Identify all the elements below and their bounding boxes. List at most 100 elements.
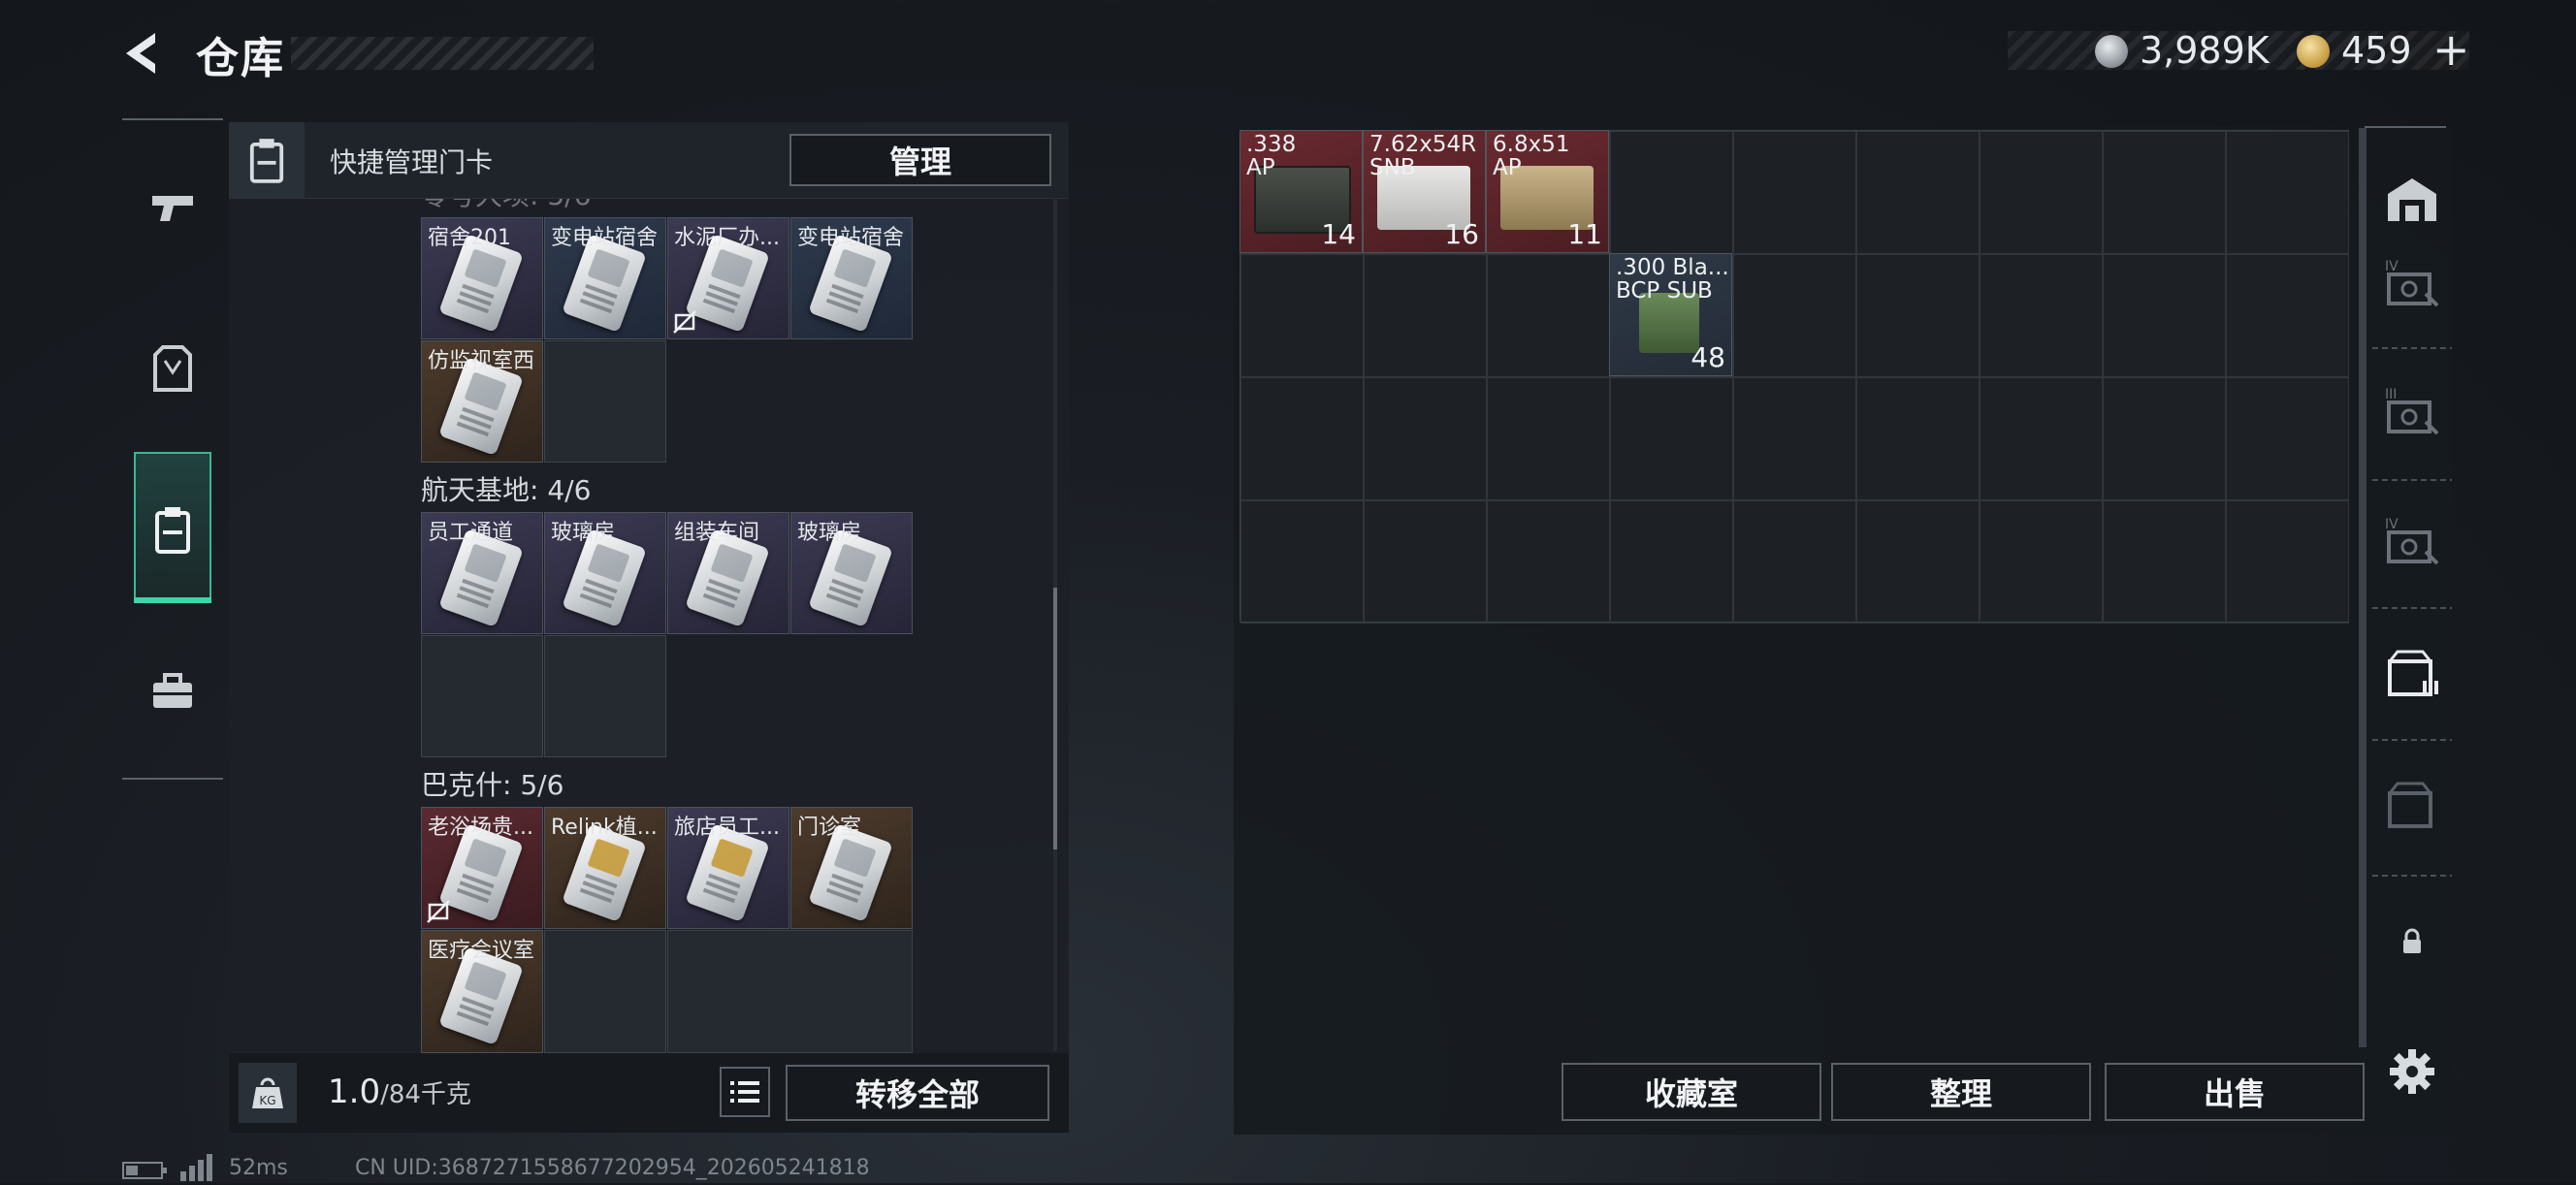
- storage-tier-tab[interactable]: IV: [2372, 500, 2452, 580]
- lock-icon: [2403, 928, 2421, 953]
- empty-slot[interactable]: [667, 930, 913, 1053]
- keycard-tab[interactable]: [134, 491, 211, 568]
- storage-cell[interactable]: [1980, 254, 2103, 377]
- storage-cell[interactable]: [1487, 377, 1610, 500]
- keycard-slot[interactable]: 门诊室: [790, 807, 913, 929]
- lock-tab[interactable]: [2372, 902, 2452, 981]
- empty-slot[interactable]: [421, 635, 543, 757]
- crate-tab-locked[interactable]: [2372, 766, 2452, 846]
- empty-slot[interactable]: [544, 340, 666, 463]
- empty-slot[interactable]: [544, 635, 666, 757]
- storage-cell[interactable]: [1610, 377, 1733, 500]
- gold-coin-icon: [2297, 35, 2330, 68]
- keycard-slot[interactable]: 变电站宿舍: [790, 217, 913, 339]
- equipment-tab[interactable]: [134, 330, 211, 407]
- title-stripe: [291, 37, 594, 70]
- keycard-slot[interactable]: 组装车间: [667, 512, 789, 634]
- empty-slot[interactable]: [544, 930, 666, 1053]
- add-currency-button[interactable]: +: [2432, 23, 2470, 76]
- weight-icon: KG: [252, 1077, 283, 1108]
- keycard-slot[interactable]: 水泥厂办...: [667, 217, 789, 339]
- storage-cell[interactable]: [2103, 131, 2226, 254]
- storage-cell[interactable]: [1733, 500, 1856, 624]
- sell-button[interactable]: 出售: [2105, 1063, 2365, 1121]
- manage-button[interactable]: 管理: [789, 134, 1051, 186]
- group-label: 航天基地: 4/6: [421, 474, 592, 506]
- ping-readout: 52ms: [229, 1156, 288, 1180]
- nav-divider: [2372, 479, 2452, 481]
- crate-tab[interactable]: [2372, 634, 2452, 714]
- organize-button[interactable]: 整理: [1831, 1063, 2091, 1121]
- ammo-item[interactable]: 6.8x51 AP 11: [1486, 130, 1609, 253]
- storage-cell[interactable]: [2103, 254, 2226, 377]
- storage-cell[interactable]: [1980, 377, 2103, 500]
- storage-cell[interactable]: [1733, 131, 1856, 254]
- storage-cell[interactable]: [1856, 377, 1980, 500]
- scrollbar-thumb[interactable]: [1053, 588, 1057, 849]
- signal-icon: [178, 1154, 217, 1185]
- ammo-item[interactable]: .338 AP 14: [1240, 130, 1363, 253]
- keycard-holder-icon: [155, 507, 190, 554]
- storage-cell[interactable]: [1364, 254, 1487, 377]
- storage-tier-tab[interactable]: IV: [2372, 242, 2452, 322]
- keycard-slot[interactable]: 玻璃房: [544, 512, 666, 634]
- storage-cell[interactable]: [2226, 254, 2349, 377]
- storage-cell[interactable]: [1610, 500, 1733, 624]
- storage-cell[interactable]: [1240, 377, 1364, 500]
- storage-cell[interactable]: [2226, 131, 2349, 254]
- svg-text:KG: KG: [259, 1094, 275, 1107]
- storage-scrollbar[interactable]: [2359, 128, 2367, 1047]
- list-icon: [730, 1081, 759, 1103]
- back-button[interactable]: [118, 27, 171, 80]
- transfer-all-button[interactable]: 转移全部: [786, 1065, 1049, 1121]
- storage-cell[interactable]: [1856, 254, 1980, 377]
- storage-tier-tab[interactable]: III: [2372, 370, 2452, 450]
- storage-cell[interactable]: [1856, 500, 1980, 624]
- armor-vest-icon: [153, 345, 192, 392]
- unbound-icon: [673, 310, 696, 334]
- gold-amount: 459: [2341, 29, 2412, 72]
- storage-cell[interactable]: [2226, 500, 2349, 624]
- keycard-slot[interactable]: 老浴场贵...: [421, 807, 543, 929]
- right-nav-top-line: [2365, 126, 2446, 128]
- warehouse-tab[interactable]: [2372, 159, 2452, 239]
- storage-cell[interactable]: [1487, 254, 1610, 377]
- keycard-slot[interactable]: 宿舍201: [421, 217, 543, 339]
- keycard-slot[interactable]: 仿监视室西: [421, 340, 543, 463]
- storage-cell[interactable]: [1733, 377, 1856, 500]
- keycard-slot[interactable]: 员工通道: [421, 512, 543, 634]
- uid-readout: CN UID:3687271558677202954_202605241818: [355, 1156, 870, 1180]
- list-view-button[interactable]: [720, 1067, 770, 1117]
- crate-icon: [2388, 650, 2438, 696]
- left-nav-top-line: [122, 118, 223, 120]
- storage-cell[interactable]: [1856, 131, 1980, 254]
- storage-cell[interactable]: [2103, 377, 2226, 500]
- page-title: 仓库: [196, 34, 285, 83]
- storage-cell[interactable]: [2226, 377, 2349, 500]
- toolbox-tab[interactable]: [134, 652, 211, 729]
- nav-divider: [2372, 739, 2452, 741]
- keycard-slot[interactable]: Relink植...: [544, 807, 666, 929]
- collection-room-button[interactable]: 收藏室: [1562, 1063, 1821, 1121]
- keycard-holder-icon-box: [229, 122, 305, 198]
- keycard-slot[interactable]: 变电站宿舍: [544, 217, 666, 339]
- weapons-tab[interactable]: [134, 169, 211, 246]
- storage-cell[interactable]: [1364, 377, 1487, 500]
- storage-cell[interactable]: [1240, 500, 1364, 624]
- storage-cell[interactable]: [1733, 254, 1856, 377]
- storage-cell[interactable]: [1364, 500, 1487, 624]
- expansion-case-icon: IV: [2385, 259, 2439, 307]
- storage-cell[interactable]: [1240, 254, 1364, 377]
- ammo-item[interactable]: .300 Bla... BCP SUB 48: [1609, 253, 1732, 376]
- keycard-slot[interactable]: 玻璃房: [790, 512, 913, 634]
- storage-cell[interactable]: [1487, 500, 1610, 624]
- ammo-item[interactable]: 7.62x54R SNB 16: [1363, 130, 1486, 253]
- expansion-case-icon: III: [2385, 387, 2439, 435]
- storage-cell[interactable]: [1980, 500, 2103, 624]
- settings-button[interactable]: [2372, 1032, 2452, 1111]
- keycard-slot[interactable]: 医疗会议室: [421, 930, 543, 1053]
- storage-cell[interactable]: [1610, 131, 1733, 254]
- storage-cell[interactable]: [2103, 500, 2226, 624]
- storage-cell[interactable]: [1980, 131, 2103, 254]
- keycard-slot[interactable]: 旅店员工...: [667, 807, 789, 929]
